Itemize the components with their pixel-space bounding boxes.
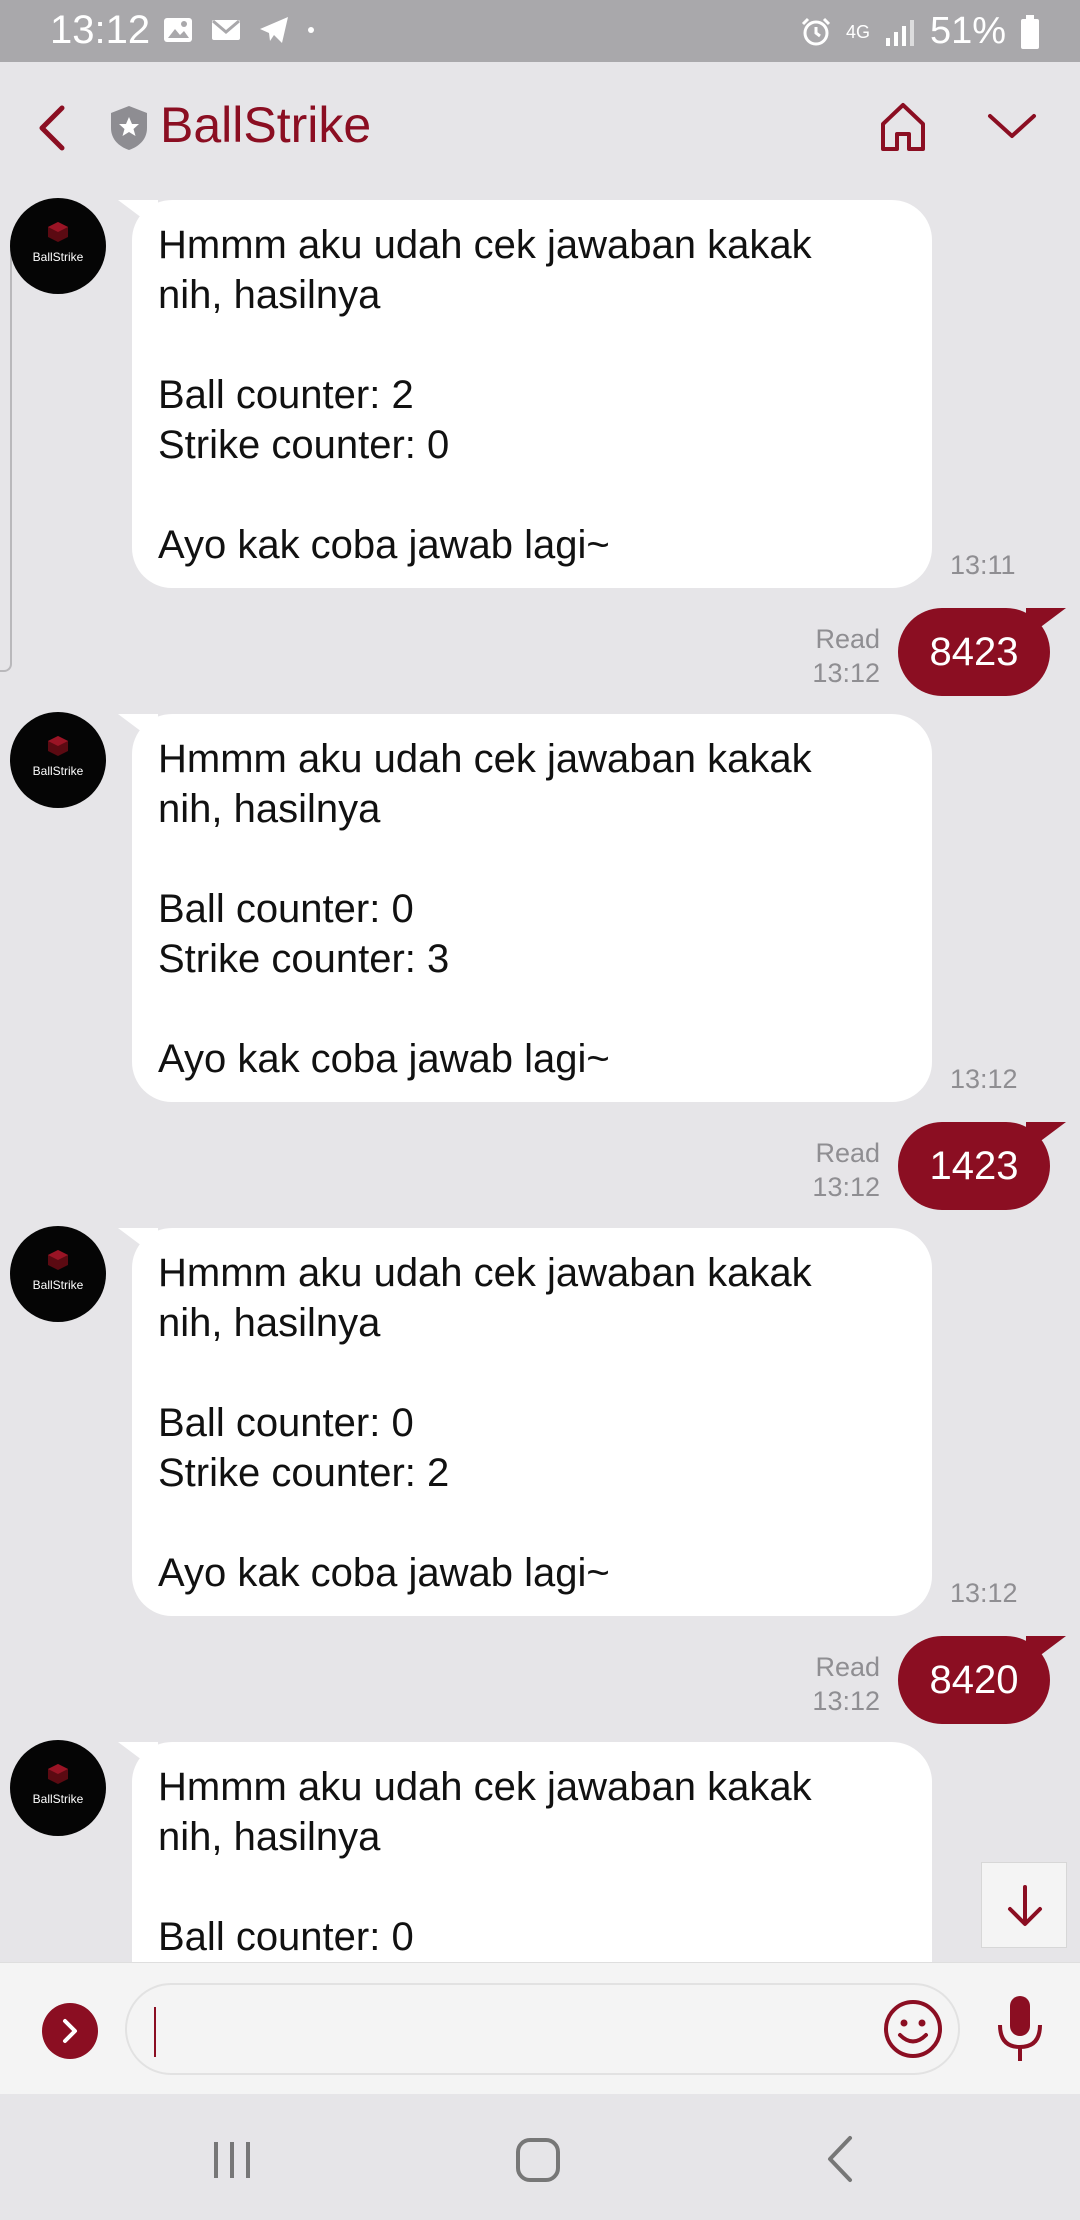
chevron-down-icon[interactable] bbox=[985, 106, 1039, 144]
telegram-notification-icon bbox=[260, 17, 288, 43]
avatar-label: BallStrike bbox=[32, 1792, 84, 1806]
bubble-tail bbox=[118, 714, 158, 744]
text-cursor bbox=[154, 2007, 156, 2057]
cube-logo-icon bbox=[48, 736, 68, 756]
message-text: 1423 bbox=[929, 1144, 1019, 1188]
cube-logo-icon bbox=[48, 1250, 68, 1270]
read-receipt: Read 13:12 bbox=[760, 1136, 880, 1204]
message-time: 13:12 bbox=[950, 1064, 1018, 1094]
message-text: Hmmm aku udah cek jawaban kakak nih, has… bbox=[158, 223, 812, 567]
avatar-label: BallStrike bbox=[32, 250, 84, 264]
avatar[interactable]: BallStrike bbox=[10, 1740, 106, 1836]
verified-shield-icon bbox=[111, 106, 147, 150]
message-bubble[interactable]: Hmmm aku udah cek jawaban kakak nih, has… bbox=[118, 714, 932, 1102]
back-arrow-icon[interactable] bbox=[30, 100, 74, 156]
read-status: Read bbox=[815, 1652, 880, 1682]
message-input[interactable] bbox=[155, 2003, 859, 2061]
scroll-rail bbox=[0, 240, 12, 672]
read-status: Read bbox=[815, 624, 880, 654]
avatar[interactable]: BallStrike bbox=[10, 712, 106, 808]
avatar[interactable]: BallStrike bbox=[10, 1226, 106, 1322]
status-time: 13:12 bbox=[50, 8, 151, 52]
gallery-notification-icon bbox=[164, 18, 192, 42]
chevron-right-icon bbox=[63, 2019, 77, 2043]
microphone-icon[interactable] bbox=[990, 1993, 1050, 2065]
message-text: 8423 bbox=[929, 630, 1019, 674]
message-time: 13:12 bbox=[812, 1686, 880, 1716]
bubble-tail bbox=[1026, 1122, 1066, 1152]
home-icon[interactable] bbox=[878, 100, 928, 154]
message-bubble[interactable]: 1423 bbox=[898, 1122, 1066, 1210]
bubble-tail bbox=[1026, 1636, 1066, 1666]
recent-apps-icon[interactable] bbox=[210, 2140, 254, 2180]
message-bubble[interactable]: 8420 bbox=[898, 1636, 1066, 1724]
message-time: 13:12 bbox=[812, 1172, 880, 1202]
back-button-icon[interactable] bbox=[822, 2134, 858, 2184]
battery-icon bbox=[1021, 14, 1039, 49]
message-text: Hmmm aku udah cek jawaban kakak nih, has… bbox=[158, 1765, 812, 1959]
avatar-label: BallStrike bbox=[32, 1278, 84, 1292]
message-field[interactable] bbox=[125, 1983, 960, 2075]
message-time: 13:12 bbox=[812, 658, 880, 688]
message-bubble[interactable]: Hmmm aku udah cek jawaban kakak nih, has… bbox=[118, 1228, 932, 1616]
message-text: Hmmm aku udah cek jawaban kakak nih, has… bbox=[158, 1251, 812, 1595]
system-nav-bar bbox=[0, 2094, 1080, 2220]
bubble-tail bbox=[118, 1228, 158, 1258]
status-bar: 13:12 4G 51% bbox=[0, 0, 1080, 62]
chat-title: BallStrike bbox=[160, 97, 372, 153]
message-bubble[interactable]: 8423 bbox=[898, 608, 1066, 696]
message-time: 13:12 bbox=[950, 1578, 1018, 1608]
avatar[interactable]: BallStrike bbox=[10, 198, 106, 294]
battery-percentage: 51% bbox=[929, 10, 1006, 52]
message-text: Hmmm aku udah cek jawaban kakak nih, has… bbox=[158, 737, 812, 1081]
message-input-bar bbox=[0, 1962, 1080, 2095]
emoji-icon[interactable] bbox=[882, 1998, 944, 2060]
read-receipt: Read 13:12 bbox=[760, 1650, 880, 1718]
signal-strength-icon bbox=[885, 19, 914, 46]
more-notifications-dot-icon bbox=[308, 27, 314, 33]
arrow-down-icon bbox=[1008, 1885, 1042, 1926]
message-time: 13:11 bbox=[950, 550, 1016, 580]
bubble-tail bbox=[1026, 608, 1066, 638]
expand-menu-button[interactable] bbox=[42, 2003, 98, 2059]
network-type-label: 4G bbox=[845, 21, 870, 42]
alarm-icon bbox=[801, 17, 830, 45]
read-status: Read bbox=[815, 1138, 880, 1168]
bubble-tail bbox=[118, 1742, 158, 1772]
avatar-label: BallStrike bbox=[32, 764, 84, 778]
bubble-tail bbox=[118, 200, 158, 230]
scroll-to-bottom-button[interactable] bbox=[981, 1862, 1067, 1948]
chat-header: BallStrike bbox=[0, 62, 1080, 192]
home-button-icon[interactable] bbox=[514, 2136, 562, 2184]
message-bubble[interactable]: Hmmm aku udah cek jawaban kakak nih, has… bbox=[118, 200, 932, 588]
read-receipt: Read 13:12 bbox=[760, 622, 880, 690]
cube-logo-icon bbox=[48, 222, 68, 242]
gmail-notification-icon bbox=[212, 19, 240, 40]
cube-logo-icon bbox=[48, 1764, 68, 1784]
message-text: 8420 bbox=[929, 1658, 1019, 1702]
